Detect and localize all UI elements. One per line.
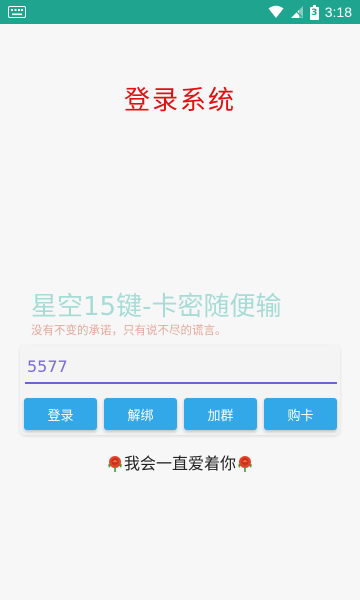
buy-card-button[interactable]: 购卡: [264, 398, 337, 430]
status-bar: 3 3:18: [0, 0, 360, 24]
join-group-button[interactable]: 加群: [184, 398, 257, 430]
motto-text: 我会一直爱着你: [123, 454, 236, 473]
keyboard-icon: [8, 6, 26, 18]
card-code-input[interactable]: [25, 350, 337, 384]
signal-icon: [290, 6, 303, 18]
rose-icon: [238, 456, 252, 472]
footer-motto: 我会一直爱着你: [0, 450, 360, 474]
rose-icon: [108, 456, 122, 472]
clock: 3:18: [324, 4, 352, 20]
login-button[interactable]: 登录: [24, 398, 97, 430]
battery-icon: 3: [309, 4, 319, 20]
wifi-icon: [268, 5, 284, 18]
page-title: 登录系统: [123, 86, 236, 116]
brand-title: 星空15键-卡密随便输: [31, 292, 282, 322]
battery-level: 3: [311, 7, 318, 18]
brand-subtitle: 没有不变的承诺，只有说不尽的谎言。: [31, 323, 227, 337]
unbind-button[interactable]: 解绑: [104, 398, 177, 430]
